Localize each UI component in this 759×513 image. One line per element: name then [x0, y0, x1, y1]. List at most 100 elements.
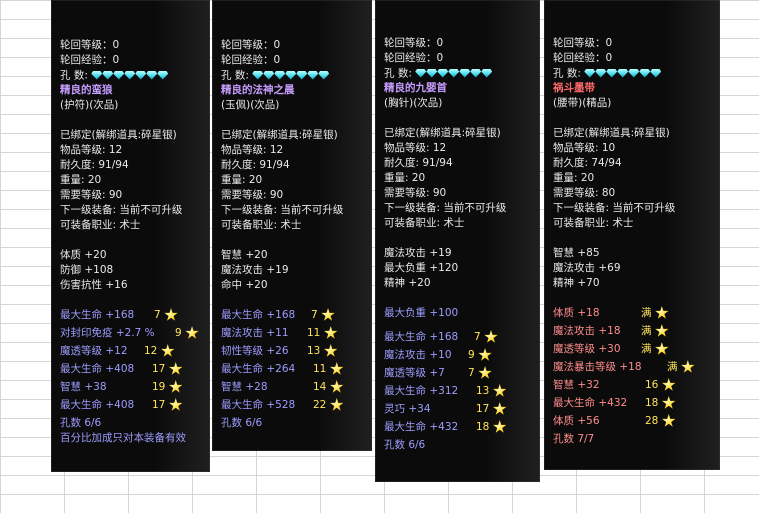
- extra-stat-label: 魔法暴击等级 +18: [553, 361, 642, 373]
- extra-stat-label: 魔法攻击 +11: [221, 327, 289, 339]
- diamond-icon: [285, 70, 297, 80]
- bound-status: 已绑定(解绑道具:碎星银): [221, 129, 338, 141]
- required-level: 需要等级: 90: [221, 189, 284, 201]
- next-equip: 下一级装备: 当前不可升级: [60, 204, 183, 216]
- star-icon: [478, 366, 492, 379]
- holes-label: 孔 数:: [553, 67, 581, 80]
- diamond-icon: [113, 70, 125, 80]
- gem-icons: [584, 66, 662, 81]
- star-level: 16: [645, 379, 659, 391]
- diamond-icon: [628, 68, 640, 78]
- diamond-icon: [426, 68, 438, 78]
- holes-footer: 孔数 7/7: [553, 433, 595, 445]
- extra-stat: 最大生命 +432 18: [553, 396, 720, 414]
- weight: 重量: 20: [60, 174, 102, 186]
- bound-status: 已绑定(解绑道具:碎星银): [553, 127, 670, 139]
- star-icon: [168, 398, 183, 411]
- diamond-icon: [263, 70, 275, 80]
- item-tooltip-panel-1: 轮回等级：0 轮回经验：0 孔 数: 精良的蛮狼 (护符)(次品) 已绑定(解绑…: [51, 0, 210, 472]
- diamond-icon: [650, 68, 662, 78]
- star-icon: [492, 420, 507, 433]
- base-stat: 魔法攻击 +69: [553, 262, 621, 274]
- item-level: 物品等级: 10: [553, 142, 616, 154]
- star-icon: [329, 380, 344, 393]
- required-level: 需要等级: 80: [553, 187, 616, 199]
- extra-stat-label: 魔透等级 +30: [553, 343, 621, 355]
- base-stat: 智慧 +20: [221, 249, 268, 261]
- next-equip: 下一级装备: 当前不可升级: [553, 202, 676, 214]
- star-icon: [492, 384, 507, 397]
- extra-stat: 魔法攻击 +11 11: [221, 326, 372, 344]
- extra-stat: 对封印免疫 +2.7 % 9: [60, 326, 210, 344]
- durability: 耐久度: 91/94: [60, 159, 129, 171]
- extra-stat-label: 最大生命 +432: [553, 397, 628, 409]
- item-name: 精良的蛮狼: [60, 84, 113, 96]
- extra-stat-label: 魔法攻击 +18: [553, 325, 621, 337]
- star-level: 11: [313, 363, 327, 375]
- diamond-icon: [584, 68, 596, 78]
- reincarnation-exp: 轮回经验：0: [384, 52, 444, 64]
- profession: 可装备职业: 术士: [60, 219, 141, 231]
- base-stat: 防御 +108: [60, 264, 114, 276]
- star-level: 22: [313, 399, 327, 411]
- max-level-badge: 满: [641, 307, 652, 319]
- star-icon: [478, 348, 492, 361]
- bound-status: 已绑定(解绑道具:碎星银): [60, 129, 177, 141]
- holes-label: 孔 数:: [60, 69, 88, 82]
- diamond-icon: [617, 68, 629, 78]
- holes-footer: 孔数 6/6: [384, 439, 426, 451]
- extra-stat-label: 智慧 +38: [60, 381, 107, 393]
- extra-stat: 魔法攻击 +18 满: [553, 324, 720, 342]
- bonus-note: 百分比加成只对本装备有效: [60, 432, 186, 444]
- extra-stat: 智慧 +28 14: [221, 380, 372, 398]
- star-level: 7: [154, 309, 161, 321]
- extra-stat-label: 最大生命 +168: [221, 309, 296, 321]
- star-level: 14: [313, 381, 327, 393]
- diamond-icon: [157, 70, 169, 80]
- base-stat: 精神 +70: [553, 277, 600, 289]
- star-icon: [185, 326, 199, 339]
- star-level: 17: [476, 403, 490, 415]
- star-level: 13: [476, 385, 490, 397]
- holes-row: 孔 数:: [60, 68, 210, 83]
- diamond-icon: [415, 68, 427, 78]
- reincarnation-level: 轮回等级：0: [384, 37, 444, 49]
- holes-row: 孔 数:: [553, 66, 720, 81]
- star-level: 7: [311, 309, 318, 321]
- extra-stat: 智慧 +38 19: [60, 380, 210, 398]
- diamond-icon: [91, 70, 103, 80]
- base-stat: 伤害抗性 +16: [60, 279, 128, 291]
- next-equip: 下一级装备: 当前不可升级: [221, 204, 344, 216]
- profession: 可装备职业: 术士: [553, 217, 634, 229]
- star-icon: [655, 306, 669, 319]
- star-level: 13: [307, 345, 321, 357]
- base-stat: 最大负重 +120: [384, 262, 459, 274]
- diamond-icon: [296, 70, 308, 80]
- profession: 可装备职业: 术士: [384, 217, 465, 229]
- star-icon: [329, 398, 344, 411]
- star-icon: [329, 362, 344, 375]
- required-level: 需要等级: 90: [60, 189, 123, 201]
- star-level: 9: [468, 349, 475, 361]
- item-type: (玉佩)(次品): [221, 99, 280, 111]
- diamond-icon: [437, 68, 449, 78]
- diamond-icon: [307, 70, 319, 80]
- extra-stat: 最大生命 +168 7: [221, 308, 372, 326]
- star-icon: [681, 360, 695, 373]
- extra-stat: 体质 +18 满: [553, 306, 720, 324]
- extra-stat-label: 最大生命 +528: [221, 399, 296, 411]
- star-icon: [164, 308, 178, 321]
- holes-row: 孔 数:: [384, 66, 540, 81]
- max-level-badge: 满: [667, 361, 678, 373]
- extra-stat-label: 最大生命 +168: [60, 309, 135, 321]
- star-icon: [484, 330, 498, 343]
- star-icon: [655, 342, 669, 355]
- item-type: (腰带)(精品): [553, 97, 612, 109]
- gem-icons: [91, 68, 169, 83]
- diamond-icon: [146, 70, 158, 80]
- extra-stat: 韧性等级 +26 13: [221, 344, 372, 362]
- extra-stat: 最大生命 +168 7: [384, 330, 540, 348]
- weight: 重量: 20: [553, 172, 595, 184]
- star-icon: [661, 378, 676, 391]
- item-tooltip-panel-3: 轮回等级：0 轮回经验：0 孔 数: 精良的九婴首 (胸针)(次品) 已绑定(解…: [375, 0, 540, 482]
